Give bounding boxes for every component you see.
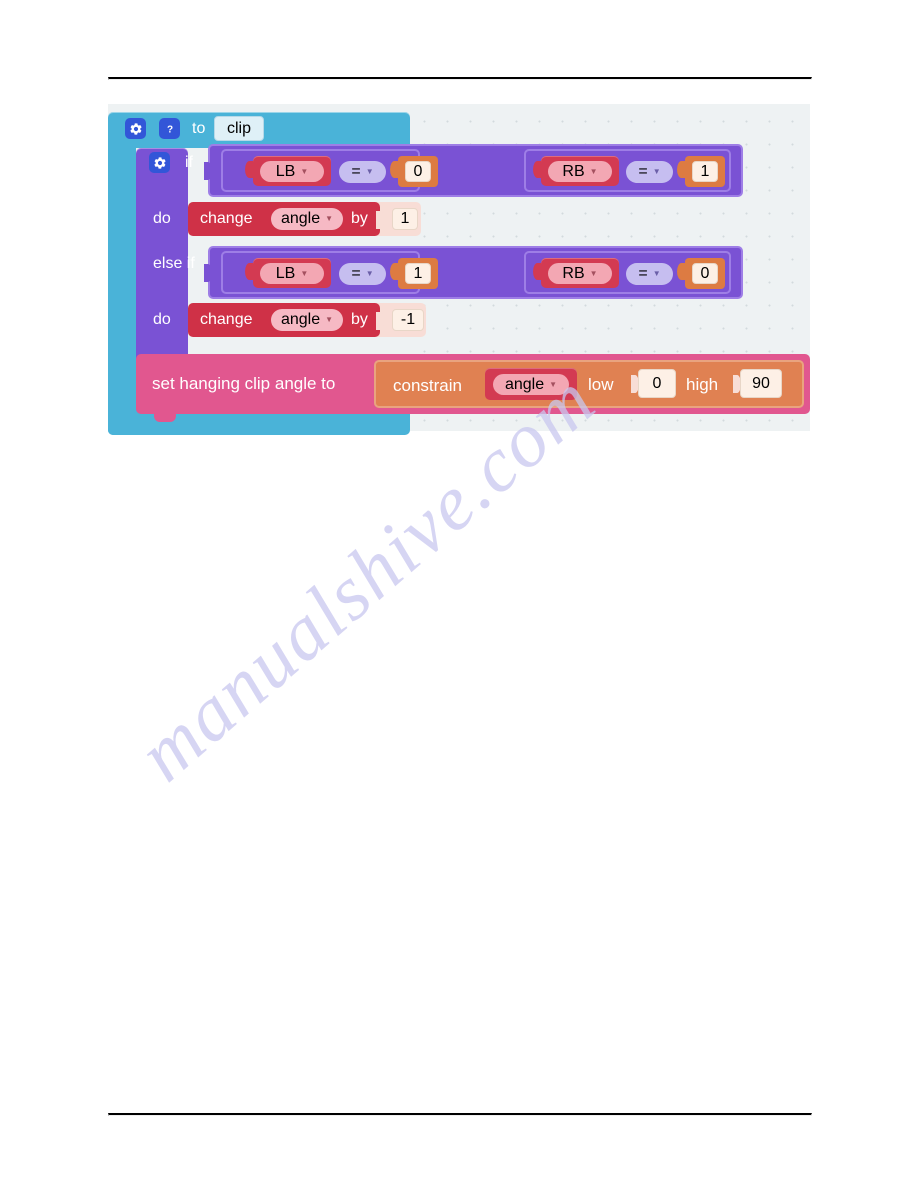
change-verb: change: [200, 210, 253, 227]
operator-symbol: =: [638, 265, 648, 282]
number-block-1-left[interactable]: 0: [398, 156, 438, 187]
operator-dropdown-1-right[interactable]: = ▼: [626, 161, 673, 183]
do-label-1: do: [153, 210, 171, 227]
number-block-2-right[interactable]: 0: [685, 258, 725, 289]
footer-rule: [108, 1113, 812, 1116]
operator-symbol: =: [351, 265, 361, 282]
variable-block-lb-1[interactable]: LB ▼: [253, 156, 331, 186]
variable-block-rb-2[interactable]: RB ▼: [541, 258, 619, 288]
chevron-down-icon: ▼: [589, 268, 598, 278]
chevron-down-icon: ▼: [300, 166, 309, 176]
change-variable-dropdown[interactable]: angle ▼: [271, 309, 343, 331]
do-label-2: do: [153, 311, 171, 328]
if-mutator-button[interactable]: [149, 152, 170, 173]
chevron-down-icon: ▼: [549, 379, 558, 389]
setter-label: set hanging clip angle to: [152, 374, 336, 393]
variable-dropdown[interactable]: RB ▼: [548, 263, 612, 284]
change-preposition: by: [351, 311, 368, 328]
procedure-help-button[interactable]: ?: [159, 118, 180, 139]
variable-name: LB: [275, 162, 296, 180]
change-value-field-2[interactable]: -1: [392, 309, 424, 331]
change-variable-dropdown[interactable]: angle ▼: [271, 208, 343, 230]
variable-name: angle: [504, 375, 545, 393]
variable-name: angle: [280, 210, 321, 227]
constrain-high-label: high: [686, 375, 719, 394]
constrain-variable-block[interactable]: angle ▼: [485, 368, 577, 400]
change-variable-block-2[interactable]: change angle ▼ by: [188, 303, 380, 337]
chevron-down-icon: ▼: [300, 268, 309, 278]
constrain-label: constrain: [393, 376, 462, 395]
procedure-name-field[interactable]: clip: [214, 116, 264, 141]
change-preposition: by: [351, 210, 368, 227]
variable-name: RB: [562, 162, 585, 180]
chevron-down-icon: ▼: [325, 315, 334, 324]
operator-dropdown-2-right[interactable]: = ▼: [626, 263, 673, 285]
number-field[interactable]: 1: [692, 161, 718, 182]
constrain-low-field[interactable]: 0: [638, 369, 676, 398]
if-label: if: [185, 154, 193, 171]
header-rule: [108, 77, 812, 80]
else-if-label: else if: [153, 255, 195, 272]
chevron-down-icon: ▼: [589, 166, 598, 176]
chevron-down-icon: ▼: [652, 269, 661, 278]
variable-dropdown[interactable]: RB ▼: [548, 161, 612, 182]
variable-block-rb-1[interactable]: RB ▼: [541, 156, 619, 186]
constrain-low-label: low: [588, 375, 614, 394]
variable-name: LB: [275, 264, 296, 282]
operator-symbol: =: [351, 163, 361, 180]
change-verb: change: [200, 311, 253, 328]
operator-symbol: =: [638, 163, 648, 180]
procedure-to-label: to: [192, 120, 206, 137]
number-field[interactable]: 0: [692, 263, 718, 284]
document-page: ? to clip if LB ▼ = ▼ 0 RB ▼ = ▼ 1 do ch…: [0, 0, 918, 1188]
number-field[interactable]: 1: [405, 263, 431, 284]
chevron-down-icon: ▼: [365, 269, 374, 278]
condition-socket: [204, 264, 212, 282]
chevron-down-icon: ▼: [365, 167, 374, 176]
procedure-gear-button[interactable]: [125, 118, 146, 139]
number-field[interactable]: 0: [405, 161, 431, 182]
variable-name: angle: [280, 311, 321, 328]
gear-icon[interactable]: [149, 152, 170, 173]
variable-dropdown[interactable]: LB ▼: [260, 263, 324, 284]
operator-dropdown-1-left[interactable]: = ▼: [339, 161, 386, 183]
constrain-high-field[interactable]: 90: [740, 369, 782, 398]
variable-block-lb-2[interactable]: LB ▼: [253, 258, 331, 288]
chevron-down-icon: ▼: [652, 167, 661, 176]
variable-name: RB: [562, 264, 585, 282]
variable-dropdown[interactable]: LB ▼: [260, 161, 324, 182]
change-value-field-1[interactable]: 1: [392, 208, 418, 230]
blockly-workspace[interactable]: ? to clip if LB ▼ = ▼ 0 RB ▼ = ▼ 1 do ch…: [108, 104, 810, 435]
variable-dropdown[interactable]: angle ▼: [493, 374, 569, 395]
number-block-2-left[interactable]: 1: [398, 258, 438, 289]
change-value-socket: [376, 211, 384, 229]
chevron-down-icon: ▼: [325, 214, 334, 223]
condition-socket: [204, 162, 212, 180]
setter-bottom-notch: [154, 414, 176, 422]
svg-text:?: ?: [166, 124, 172, 135]
number-block-1-right[interactable]: 1: [685, 156, 725, 187]
change-variable-block-1[interactable]: change angle ▼ by: [188, 202, 380, 236]
gear-icon[interactable]: [125, 118, 146, 139]
operator-dropdown-2-left[interactable]: = ▼: [339, 263, 386, 285]
change-value-socket: [376, 312, 384, 330]
help-icon[interactable]: ?: [159, 118, 180, 139]
